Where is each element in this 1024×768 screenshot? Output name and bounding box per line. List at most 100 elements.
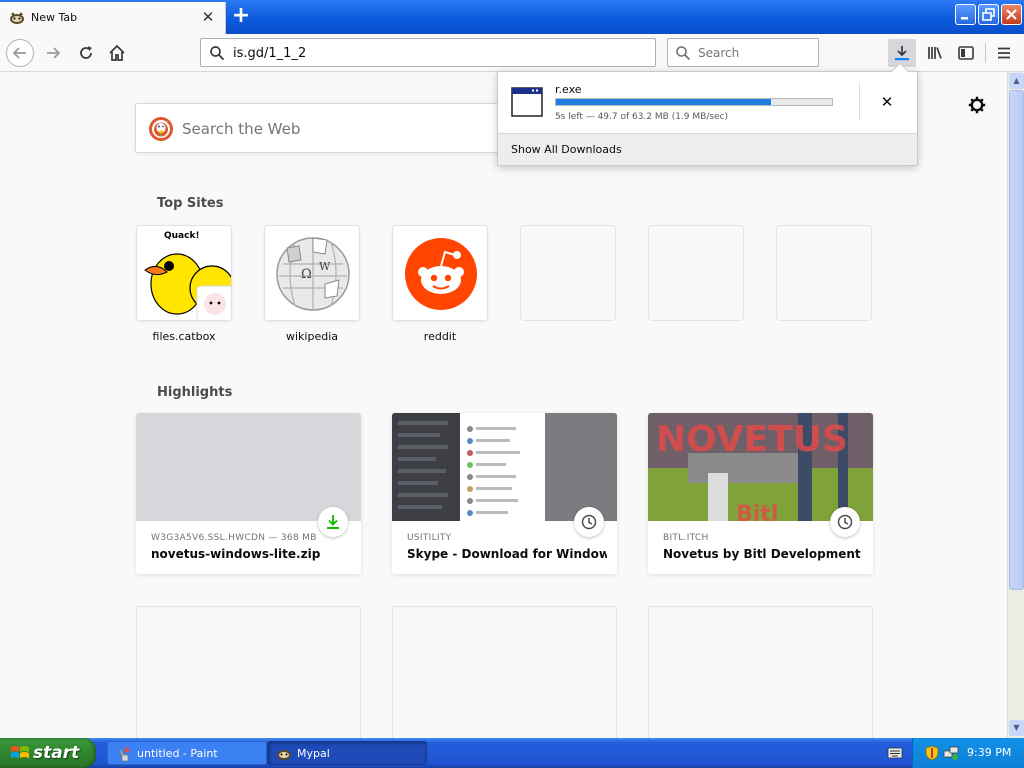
paint-icon [119,747,130,762]
downloads-panel: r.exe 5s left — 49.7 of 63.2 MB (1.9 MB/… [497,62,918,166]
highlight-thumbnail: NOVETUS Bitl [648,413,873,521]
download-separator [859,83,860,121]
highlight-placeholder [392,606,617,738]
restore-button[interactable] [978,4,999,25]
tab-title: New Tab [31,11,78,24]
top-site-label: wikipedia [285,330,338,343]
taskbar-item-mypal[interactable]: Mypal [267,741,427,765]
top-site-wikipedia[interactable]: Ω W [264,225,360,321]
highlight-placeholder [136,606,361,738]
taskbar-item-paint[interactable]: untitled - Paint [107,741,267,765]
downloads-footer[interactable]: Show All Downloads [498,133,917,165]
skype-screenshot-thumbnail [392,413,617,521]
cancel-download-button[interactable]: ✕ [876,91,898,113]
hamburger-menu-icon [998,47,1010,59]
window-close-button[interactable] [1001,4,1022,25]
minimize-icon [961,17,968,20]
clock: 9:39 PM [967,746,1012,759]
highlight-card-novetus-zip[interactable]: W3G3A5V6.SSL.HWCDN — 368 MB novetus-wind… [136,413,361,574]
library-button[interactable] [921,39,949,67]
sidebar-icon [958,46,974,60]
taskbar-label: untitled - Paint [137,747,218,760]
highlight-source: USITILITY [407,533,452,543]
highlight-card-novetus-bitl[interactable]: NOVETUS Bitl BITL.ITCH Novetus by Bitl D… [648,413,873,574]
download-arrow-icon [895,46,909,61]
gear-icon [968,96,986,114]
top-site-label: reddit [423,330,457,343]
svg-text:Ω: Ω [301,267,312,282]
highlight-placeholder [648,606,873,738]
taskbar: start untitled - Paint Mypal 9:39 PM [0,738,1024,768]
highlight-card-skype[interactable]: USITILITY Skype - Download for Windows .… [392,413,617,574]
clock-icon [837,514,853,530]
download-status: 5s left — 49.7 of 63.2 MB (1.9 MB/sec) [555,112,729,122]
scroll-up-button[interactable]: ▲ [1009,73,1024,89]
back-arrow-icon [12,47,26,59]
downloads-button[interactable] [888,39,916,67]
new-tab-button[interactable]: + [230,5,252,27]
show-all-downloads-link[interactable]: Show All Downloads [511,143,622,156]
duckduckgo-logo-icon [149,117,173,141]
reload-icon [80,46,92,59]
download-badge [318,507,348,537]
security-shield-icon[interactable] [925,745,939,761]
top-sites-heading: Top Sites [157,196,224,211]
highlight-source: BITL.ITCH [663,533,709,543]
top-site-empty-slot[interactable] [648,225,744,321]
executable-file-icon [511,87,543,117]
tab-new-tab[interactable]: New Tab ✕ [0,2,226,34]
tab-close-icon[interactable]: ✕ [200,9,216,25]
web-search-box[interactable] [135,103,515,153]
top-site-label: files.catbox [152,330,216,343]
svg-text:W: W [319,260,331,273]
highlight-title: novetus-windows-lite.zip [151,547,321,561]
clock-icon [581,514,597,530]
top-site-empty-slot[interactable] [776,225,872,321]
vertical-scrollbar[interactable]: ▲ ▼ [1007,72,1024,738]
library-icon [928,47,942,59]
scroll-thumb[interactable] [1009,90,1024,590]
search-input[interactable] [698,44,813,62]
download-progress-bar [555,98,833,106]
highlights-heading: Highlights [157,385,233,400]
scroll-down-button[interactable]: ▼ [1009,720,1024,736]
top-site-reddit[interactable] [392,225,488,321]
sidebar-button[interactable] [952,39,980,67]
url-text[interactable]: is.gd/1_1_2 [233,46,306,61]
wikipedia-globe-icon: Ω W [276,237,350,311]
start-button[interactable]: start [0,738,96,768]
download-icon [327,515,339,529]
forward-arrow-icon [47,47,61,59]
mypal-raccoon-icon [10,12,24,24]
minimize-button[interactable] [955,4,976,25]
network-icon[interactable] [943,745,959,761]
reddit-logo-icon [405,238,477,310]
keyboard-icon[interactable] [887,746,903,760]
reload-button[interactable] [72,39,100,67]
top-site-files-catbox[interactable]: Quack! [136,225,232,321]
customize-settings-button[interactable] [966,94,988,116]
search-bar[interactable] [667,38,819,67]
navigation-toolbar: is.gd/1_1_2 [0,34,1024,72]
web-search-input[interactable] [182,118,502,140]
close-icon [1006,9,1017,20]
highlight-thumbnail [392,413,617,521]
highlight-source: W3G3A5V6.SSL.HWCDN — 368 MB [151,533,317,543]
download-filename: r.exe [555,83,582,96]
home-button[interactable] [103,39,131,67]
mypal-raccoon-icon [277,750,291,760]
url-bar[interactable]: is.gd/1_1_2 [200,38,656,67]
search-icon [676,46,691,61]
download-progress-fill [556,99,772,105]
back-button[interactable] [6,39,34,67]
history-badge [830,507,860,537]
top-site-empty-slot[interactable] [520,225,616,321]
menu-button[interactable] [990,39,1018,67]
home-icon [109,44,125,61]
title-bar: New Tab ✕ + [0,0,1024,34]
quack-text: Quack! [164,231,200,241]
search-icon [210,46,225,61]
forward-button[interactable] [39,39,67,67]
history-badge [574,507,604,537]
toolbar-separator [985,43,986,63]
